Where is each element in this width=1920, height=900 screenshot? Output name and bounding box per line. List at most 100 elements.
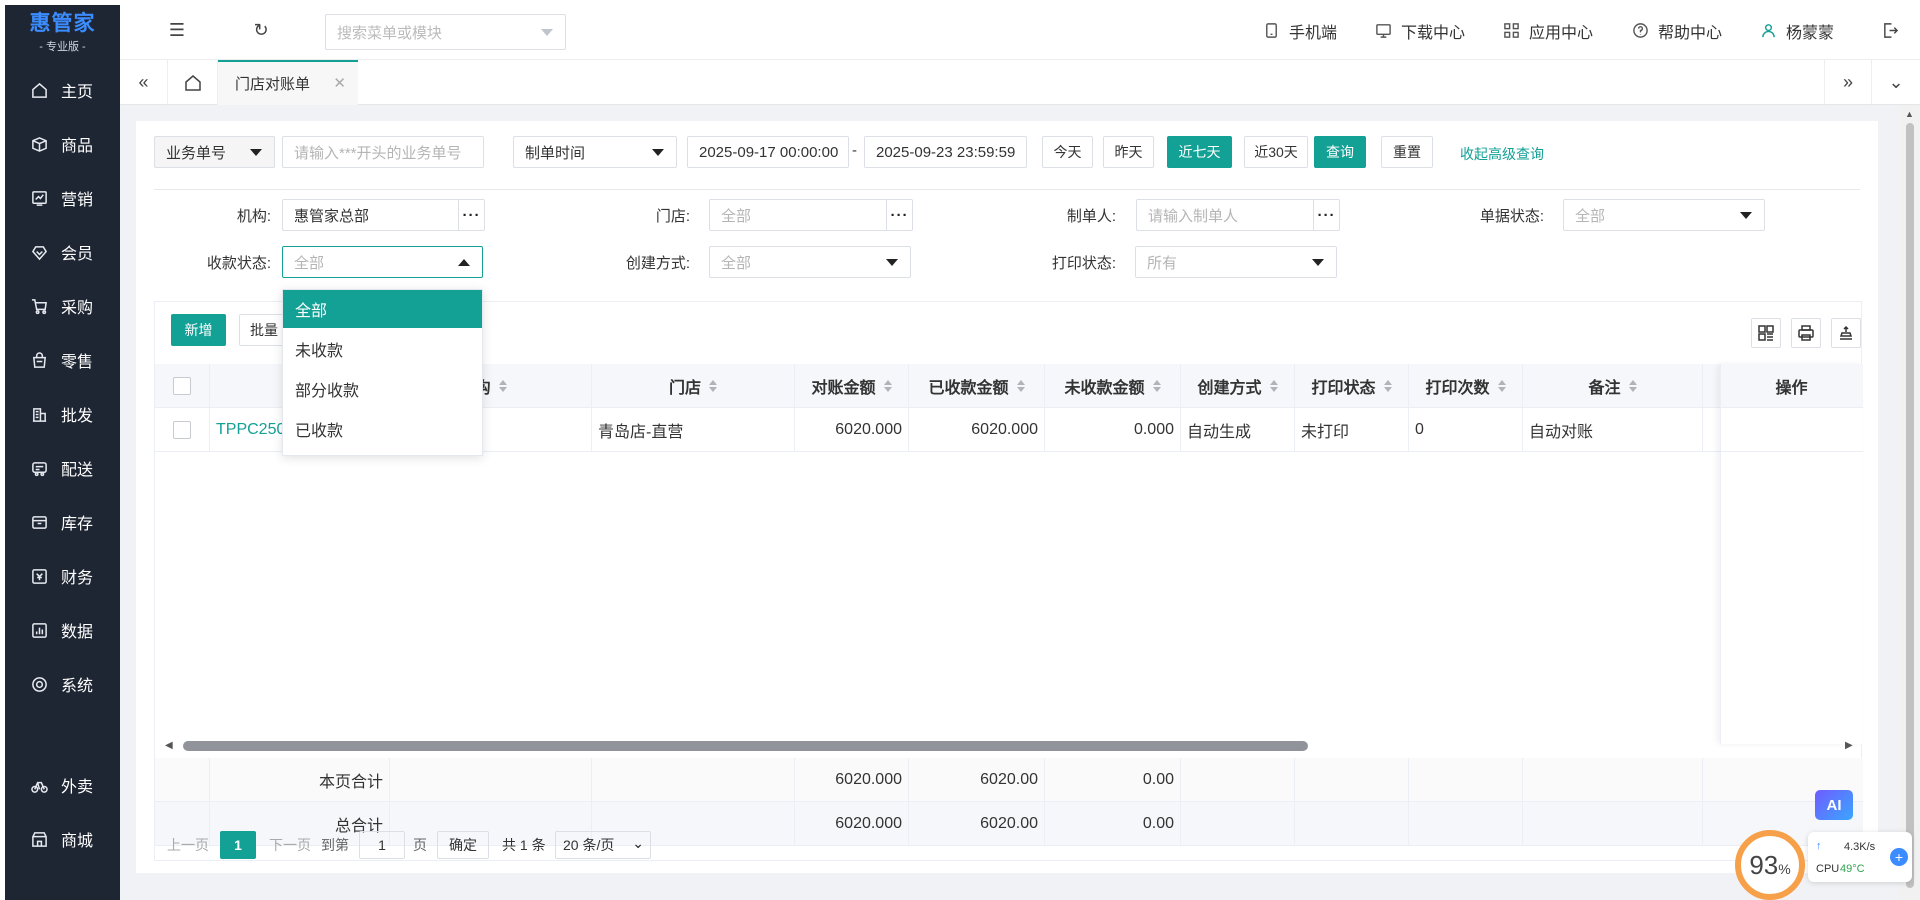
collapse-advanced-link[interactable]: 收起高级查询 xyxy=(1460,144,1544,164)
logo[interactable]: 惠管家 - 专业版 - xyxy=(5,5,120,55)
goto-page-input[interactable]: 1 xyxy=(359,831,405,859)
col-print-count[interactable]: 打印次数 xyxy=(1409,364,1523,407)
sort-icon[interactable] xyxy=(709,379,717,392)
tab-store-statement[interactable]: 门店对账单 ✕ xyxy=(218,60,358,105)
sort-icon[interactable] xyxy=(883,379,892,392)
prev-page-button[interactable]: 上一页 xyxy=(167,831,209,859)
scroll-left-icon[interactable]: ◀ xyxy=(165,740,173,751)
reset-button[interactable]: 重置 xyxy=(1381,136,1433,168)
end-date-input[interactable]: 2025-09-23 23:59:59 xyxy=(864,136,1027,168)
more-icon[interactable]: ··· xyxy=(886,200,912,230)
start-date-input[interactable]: 2025-09-17 00:00:00 xyxy=(687,136,849,168)
col-amount[interactable]: 对账金额 xyxy=(795,364,909,407)
memory-usage-badge[interactable]: 93% xyxy=(1735,830,1805,900)
select-all-checkbox[interactable] xyxy=(173,376,191,395)
double-chevron-right-icon[interactable]: » xyxy=(1824,60,1872,105)
sort-icon[interactable] xyxy=(1628,379,1637,392)
sidebar-item-mall[interactable]: 商城 xyxy=(5,819,120,859)
export-icon[interactable] xyxy=(1831,318,1861,348)
home-icon xyxy=(31,82,48,99)
plus-icon[interactable]: + xyxy=(1890,848,1908,866)
dropdown-option-all[interactable]: 全部 xyxy=(283,290,482,328)
today-button[interactable]: 今天 xyxy=(1042,136,1093,168)
scroll-right-icon[interactable]: ▶ xyxy=(1845,740,1853,751)
col-unreceived[interactable]: 未收款金额 xyxy=(1045,364,1181,407)
sidebar-item-data[interactable]: 数据 xyxy=(5,610,120,650)
sort-icon[interactable] xyxy=(1016,379,1025,392)
sidebar-item-retail[interactable]: 零售 xyxy=(5,340,120,380)
sort-icon[interactable] xyxy=(1269,379,1278,392)
print-status-select[interactable]: 所有 xyxy=(1135,246,1337,278)
last-7-days-button[interactable]: 近七天 xyxy=(1167,136,1232,168)
store-input[interactable]: 全部 ··· xyxy=(709,199,913,231)
shop-icon xyxy=(31,831,48,848)
next-page-button[interactable]: 下一页 xyxy=(269,831,311,859)
time-type-select[interactable]: 制单时间 xyxy=(513,136,677,168)
doc-number-placeholder: 请输入***开头的业务单号 xyxy=(294,144,462,162)
dropdown-option-partial[interactable]: 部分收款 xyxy=(283,370,482,408)
create-mode-select[interactable]: 全部 xyxy=(709,246,911,278)
sort-icon[interactable] xyxy=(1383,379,1392,392)
close-icon[interactable]: ✕ xyxy=(333,74,346,92)
scroll-up-icon[interactable]: ▲ xyxy=(1905,109,1914,119)
download-center-link[interactable]: 下载中心 xyxy=(1375,20,1465,42)
columns-icon[interactable] xyxy=(1751,318,1781,348)
more-icon[interactable]: ··· xyxy=(458,200,484,230)
add-button[interactable]: 新增 xyxy=(171,314,226,346)
sidebar-item-system[interactable]: 系统 xyxy=(5,664,120,704)
app-center-link[interactable]: 应用中心 xyxy=(1503,20,1593,42)
sidebar-item-home[interactable]: 主页 xyxy=(5,70,120,110)
query-button[interactable]: 查询 xyxy=(1314,136,1366,168)
col-received[interactable]: 已收款金额 xyxy=(909,364,1045,407)
sidebar-item-purchase[interactable]: 采购 xyxy=(5,286,120,326)
page-1-button[interactable]: 1 xyxy=(220,831,256,859)
refresh-icon[interactable]: ↻ xyxy=(251,20,271,40)
ai-assistant-button[interactable]: AI xyxy=(1815,790,1853,820)
doc-type-select[interactable]: 业务单号 xyxy=(154,136,275,168)
dropdown-option-paid[interactable]: 已收款 xyxy=(283,410,482,448)
row-checkbox[interactable] xyxy=(173,420,191,439)
more-icon[interactable]: ··· xyxy=(1313,200,1339,230)
sidebar-item-marketing[interactable]: 营销 xyxy=(5,178,120,218)
yesterday-button[interactable]: 昨天 xyxy=(1103,136,1154,168)
horizontal-scrollbar[interactable]: ◀ ▶ xyxy=(155,736,1863,756)
org-input[interactable]: 惠管家总部 ··· xyxy=(282,199,485,231)
mobile-link[interactable]: 手机端 xyxy=(1263,20,1337,42)
menu-search-input[interactable]: 搜索菜单或模块 xyxy=(325,14,566,50)
menu-toggle-icon[interactable]: ☰ xyxy=(167,20,187,40)
vertical-scrollbar[interactable]: ▲ xyxy=(1900,105,1920,900)
dropdown-option-unpaid[interactable]: 未收款 xyxy=(283,330,482,368)
scroll-thumb[interactable] xyxy=(183,741,1308,751)
sidebar-item-delivery[interactable]: 配送 xyxy=(5,448,120,488)
doc-number-input[interactable]: 请输入***开头的业务单号 xyxy=(282,136,484,168)
vertical-scroll-thumb[interactable] xyxy=(1906,123,1914,888)
home-tab-icon[interactable] xyxy=(168,60,218,105)
mobile-link-label: 手机端 xyxy=(1289,25,1338,42)
doc-status-select[interactable]: 全部 xyxy=(1563,199,1765,231)
col-store[interactable]: 门店 xyxy=(592,364,795,407)
sort-icon[interactable] xyxy=(498,379,507,392)
help-center-link[interactable]: 帮助中心 xyxy=(1632,20,1722,42)
print-icon[interactable] xyxy=(1791,318,1821,348)
goto-confirm-button[interactable]: 确定 xyxy=(437,831,489,859)
maker-input[interactable]: 请输入制单人 ··· xyxy=(1136,199,1340,231)
sidebar-item-finance[interactable]: 财务 xyxy=(5,556,120,596)
sort-icon[interactable] xyxy=(1497,379,1506,392)
double-chevron-left-icon[interactable]: « xyxy=(120,60,168,105)
col-print-status[interactable]: 打印状态 xyxy=(1295,364,1409,407)
col-remark[interactable]: 备注 xyxy=(1523,364,1703,407)
last-30-days-button[interactable]: 近30天 xyxy=(1244,136,1308,168)
sidebar-item-inventory[interactable]: 库存 xyxy=(5,502,120,542)
sidebar-item-wholesale[interactable]: 批发 xyxy=(5,394,120,434)
chevron-down-icon[interactable]: ⌄ xyxy=(1872,60,1920,105)
sort-icon[interactable] xyxy=(1152,379,1161,392)
sidebar-item-members[interactable]: 会员 xyxy=(5,232,120,272)
logout-icon[interactable] xyxy=(1880,20,1900,40)
top-header: ☰ ↻ 搜索菜单或模块 手机端 下载中心 应用中心 帮助中心 杨蒙蒙 xyxy=(120,0,1920,60)
page-size-select[interactable]: 20 条/页 ⌄ xyxy=(555,831,651,859)
sidebar-item-products[interactable]: 商品 xyxy=(5,124,120,164)
payment-status-select[interactable]: 全部 xyxy=(282,246,483,278)
user-menu[interactable]: 杨蒙蒙 xyxy=(1760,20,1834,42)
col-create-mode[interactable]: 创建方式 xyxy=(1181,364,1295,407)
sidebar-item-takeout[interactable]: 外卖 xyxy=(5,765,120,805)
